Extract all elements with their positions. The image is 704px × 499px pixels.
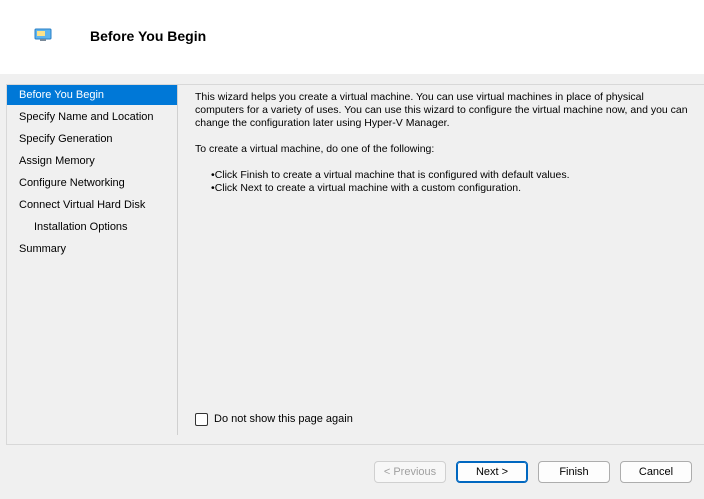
dont-show-again-checkbox[interactable] <box>195 412 208 426</box>
dont-show-again-label[interactable]: Do not show this page again <box>214 413 353 425</box>
footer-divider <box>6 444 704 445</box>
option-list: Click Finish to create a virtual machine… <box>211 169 695 195</box>
wizard-step-nav: Before You Begin Specify Name and Locati… <box>7 85 178 435</box>
list-item: Click Finish to create a virtual machine… <box>211 169 695 182</box>
cancel-button[interactable]: Cancel <box>620 461 692 483</box>
nav-item-connect-virtual-hard-disk[interactable]: Connect Virtual Hard Disk <box>7 195 177 215</box>
previous-button[interactable]: < Previous <box>374 461 446 483</box>
list-item: Click Next to create a virtual machine w… <box>211 182 695 195</box>
nav-item-installation-options[interactable]: Installation Options <box>7 217 177 237</box>
nav-item-specify-name-and-location[interactable]: Specify Name and Location <box>7 107 177 127</box>
virtual-machine-icon <box>34 28 52 41</box>
wizard-header: Before You Begin <box>0 0 704 74</box>
nav-item-assign-memory[interactable]: Assign Memory <box>7 151 177 171</box>
finish-button[interactable]: Finish <box>538 461 610 483</box>
instruction-text: To create a virtual machine, do one of t… <box>195 143 435 155</box>
nav-item-configure-networking[interactable]: Configure Networking <box>7 173 177 193</box>
page-title: Before You Begin <box>90 28 207 44</box>
intro-text: This wizard helps you create a virtual m… <box>195 91 688 129</box>
nav-item-summary[interactable]: Summary <box>7 239 177 259</box>
nav-item-specify-generation[interactable]: Specify Generation <box>7 129 177 149</box>
nav-item-before-you-begin[interactable]: Before You Begin <box>7 85 177 105</box>
dont-show-again-row[interactable]: Do not show this page again <box>195 411 353 427</box>
wizard-content: This wizard helps you create a virtual m… <box>195 91 695 195</box>
next-button[interactable]: Next > <box>456 461 528 483</box>
